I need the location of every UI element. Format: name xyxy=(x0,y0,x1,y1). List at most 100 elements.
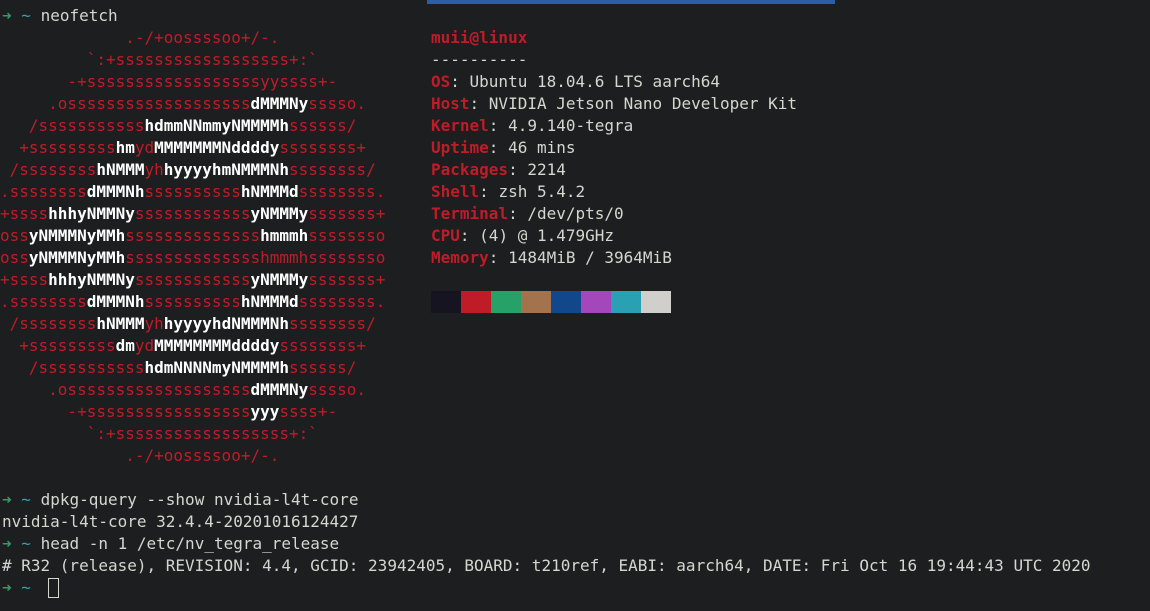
logo-line: `:+ssssssssssssssssss+:` xyxy=(0,423,318,445)
user-host: muii@linux xyxy=(431,28,528,47)
logo-segment: +sssssssss xyxy=(0,138,116,157)
text-cursor[interactable] xyxy=(48,578,59,598)
color-swatch xyxy=(521,291,551,313)
info-row: Memory: 1484MiB / 3964MiB xyxy=(431,248,672,267)
logo-line: .osssssssssssssssssssdMMMNysssso. xyxy=(0,93,366,115)
logo-segment: /sssssssssss xyxy=(0,358,145,377)
logo-segment: yd xyxy=(134,336,155,355)
logo-segment: sssssss+ xyxy=(308,270,386,289)
logo-segment: dMMMNh xyxy=(86,182,145,201)
prompt-line: ➜ ~ neofetch xyxy=(2,5,118,27)
logo-line: .osssssssssssssssssssdMMMNysssso. xyxy=(0,379,366,401)
logo-segment: oss xyxy=(0,226,29,245)
logo-line: ossyNMMMNyMMhsssssssssssssshmmmhssssssso xyxy=(0,225,385,247)
color-palette xyxy=(431,291,671,313)
logo-segment: hNMMM xyxy=(96,160,145,179)
info-value: 1484MiB / 3964MiB xyxy=(508,248,672,267)
logo-segment: hNMMMd xyxy=(240,292,299,311)
info-key: CPU xyxy=(431,226,460,245)
prompt-line: ➜ ~ head -n 1 /etc/nv_tegra_release xyxy=(2,533,339,555)
info-row: Packages: 2214 xyxy=(431,160,566,179)
info-key: Memory xyxy=(431,248,489,267)
prompt-line: ➜ ~ dpkg-query --show nvidia-l4t-core xyxy=(2,489,358,511)
logo-line: .-/+oossssoo+/-. xyxy=(0,445,279,467)
active-prompt-line[interactable]: ➜ ~ xyxy=(2,577,31,599)
logo-segment: /sssssssssss xyxy=(0,116,145,135)
logo-segment: MMMMMMMMddddy xyxy=(154,336,280,355)
logo-segment: ssssssss/ xyxy=(289,314,376,333)
logo-segment: dMMMNy xyxy=(250,94,309,113)
logo-segment: ssssss/ xyxy=(289,116,357,135)
logo-segment: `:+ssssssssssssssssss+:` xyxy=(0,50,318,69)
logo-line: `:+ssssssssssssssssss+:` xyxy=(0,49,318,71)
logo-line: /ssssssssssshdmNNNNmyNMMMMhssssss/ xyxy=(0,357,357,379)
logo-line: ossyNMMMNyMMhsssssssssssssshmmmhssssssso xyxy=(0,247,385,269)
logo-segment: sssso. xyxy=(308,94,367,113)
command-text: dpkg-query --show nvidia-l4t-core xyxy=(40,490,359,509)
logo-segment: hm xyxy=(115,138,135,157)
logo-segment: yyy xyxy=(250,402,280,421)
logo-segment: ssssssss+ xyxy=(279,336,367,355)
logo-segment: dMMMNh xyxy=(86,292,145,311)
logo-segment: hNMMM xyxy=(96,314,145,333)
logo-segment: ssssssssssssss xyxy=(125,226,261,245)
info-value: (4) @ 1.479GHz xyxy=(479,226,615,245)
info-row: Terminal: /dev/pts/0 xyxy=(431,204,624,223)
logo-segment: .-/+oossssoo+/-. xyxy=(0,28,280,47)
logo-segment: hmmmh xyxy=(260,226,309,245)
logo-segment: hhhyNMMNy xyxy=(48,204,135,223)
color-swatch xyxy=(431,291,461,313)
logo-segment: yNMMMy xyxy=(250,270,309,289)
separator: ---------- xyxy=(431,50,528,69)
logo-segment: yh xyxy=(144,160,164,179)
info-value: 46 mins xyxy=(508,138,576,157)
logo-segment: yNMMMNyMMh xyxy=(28,248,126,267)
prompt-directory: ~ xyxy=(21,534,31,553)
logo-segment: sssssss+ xyxy=(308,204,386,223)
logo-segment: dm xyxy=(115,336,135,355)
command-output: nvidia-l4t-core 32.4.4-20201016124427 xyxy=(2,512,359,531)
logo-segment: hhhyNMMNy xyxy=(48,270,135,289)
info-row: Shell: zsh 5.4.2 xyxy=(431,182,586,201)
color-swatch xyxy=(461,291,491,313)
logo-line: /sssssssshNMMMyhhyyyyhmNMMMNhssssssss/ xyxy=(0,159,376,181)
prompt-directory: ~ xyxy=(21,490,31,509)
logo-segment: -+sssssssssssssssss xyxy=(0,402,251,421)
info-key: Uptime xyxy=(431,138,489,157)
logo-segment: .-/+oossssoo+/-. xyxy=(0,446,280,465)
prompt-directory: ~ xyxy=(21,578,31,597)
logo-segment: hyyyyhdNMMMNh xyxy=(163,314,289,333)
info-row: Uptime: 46 mins xyxy=(431,138,576,157)
color-swatch xyxy=(551,291,581,313)
logo-segment: /ssssssss xyxy=(0,160,97,179)
prompt-directory: ~ xyxy=(21,6,31,25)
logo-segment: ssssssssss xyxy=(144,182,241,201)
logo-segment: ssssssss. xyxy=(298,182,386,201)
info-value: /dev/pts/0 xyxy=(527,204,624,223)
logo-segment: hNMMMd xyxy=(240,182,299,201)
logo-line: /sssssssshNMMMyhhyyyyhdNMMMNhssssssss/ xyxy=(0,313,376,335)
info-key: Host xyxy=(431,94,470,113)
logo-line: +sssssssssdmydMMMMMMMMddddyssssssss+ xyxy=(0,335,366,357)
logo-segment: ssssssso xyxy=(308,226,386,245)
logo-line: .-/+oossssoo+/-. xyxy=(0,27,279,49)
info-value: 2214 xyxy=(527,160,566,179)
color-swatch xyxy=(491,291,521,313)
logo-segment: ssssssssss xyxy=(144,292,241,311)
logo-segment: ssssssss+ xyxy=(279,138,367,157)
logo-segment: ssssss/ xyxy=(289,358,357,377)
logo-segment: yh xyxy=(144,314,164,333)
terminal-window[interactable]: ➜ ~ neofetch .-/+oossssoo+/-. `:+sssssss… xyxy=(0,0,1150,611)
logo-segment: .osssssssssssssssssss xyxy=(0,94,251,113)
logo-segment: ssss+- xyxy=(279,402,338,421)
logo-segment: ssssssssssss xyxy=(134,270,251,289)
command-output: # R32 (release), REVISION: 4.4, GCID: 23… xyxy=(2,556,1091,575)
logo-segment: /ssssssss xyxy=(0,314,97,333)
logo-line: .ssssssssdMMMNhsssssssssshNMMMdssssssss. xyxy=(0,291,385,313)
prompt-arrow-icon: ➜ xyxy=(2,534,12,553)
logo-segment: ssssssssssss xyxy=(134,204,251,223)
logo-segment: ssssssss/ xyxy=(289,160,376,179)
logo-line: +sssshhhyNMMNyssssssssssssyNMMMysssssss+ xyxy=(0,203,385,225)
logo-segment: .ssssssss xyxy=(0,182,87,201)
color-swatch xyxy=(641,291,671,313)
